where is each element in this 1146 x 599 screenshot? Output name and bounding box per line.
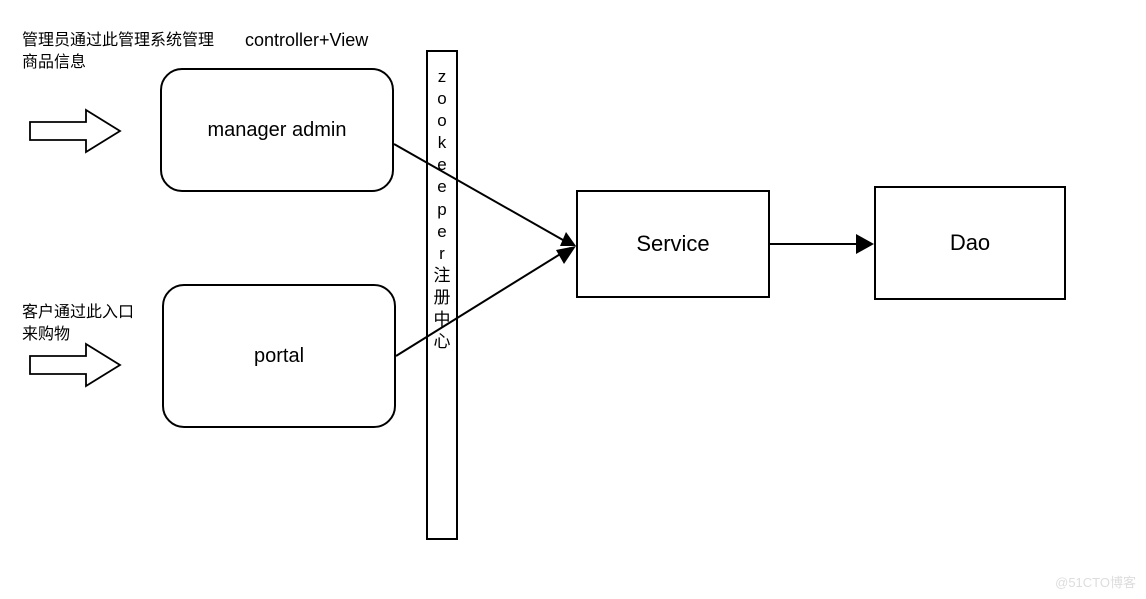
portal-to-service-arrow <box>396 246 576 356</box>
portal-annotation-line1: 客户通过此入口 <box>22 304 134 321</box>
portal-box: portal <box>162 284 396 428</box>
dao-box: Dao <box>874 186 1066 300</box>
portal-annotation-line2: 来购物 <box>22 326 70 343</box>
portal-label: portal <box>254 345 304 368</box>
service-box: Service <box>576 190 770 298</box>
manager-to-service-arrow <box>394 144 576 246</box>
portal-annotation: 客户通过此入口 来购物 <box>22 302 134 347</box>
watermark: @51CTO博客 <box>1055 572 1136 591</box>
service-to-dao-arrow <box>770 234 874 254</box>
admin-annotation-line2: 商品信息 <box>22 54 86 71</box>
manager-admin-box: manager admin <box>160 68 394 192</box>
zookeeper-box: zookeeper注册中心 <box>426 50 458 540</box>
portal-arrow-icon <box>30 344 120 386</box>
service-label: Service <box>636 231 709 257</box>
controller-view-label: controller+View <box>245 30 368 51</box>
dao-label: Dao <box>950 230 990 256</box>
manager-admin-label: manager admin <box>208 119 347 142</box>
admin-arrow-icon <box>30 110 120 152</box>
admin-annotation-line1: 管理员通过此管理系统管理 <box>22 32 214 49</box>
